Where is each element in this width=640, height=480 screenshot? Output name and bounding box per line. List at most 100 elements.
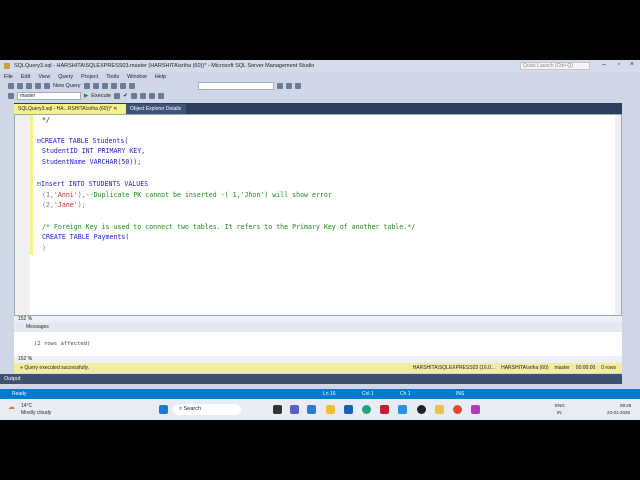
wrench-icon[interactable] <box>285 83 292 89</box>
status-line: Ln 16 <box>323 391 336 397</box>
restore-button[interactable]: ▫ <box>618 61 620 68</box>
close-tab-icon[interactable]: ✕ <box>113 106 117 112</box>
app-icon[interactable] <box>471 405 480 414</box>
menu-tools[interactable]: Tools <box>106 74 119 80</box>
undo-icon[interactable] <box>119 83 126 89</box>
output-panel-header[interactable]: Output <box>0 374 622 384</box>
query-editor[interactable]: */ ⊟CREATE TABLE Students( StudentID INT… <box>14 114 622 316</box>
messages-tab[interactable]: Messages <box>14 322 622 332</box>
menu-query[interactable]: Query <box>58 74 73 80</box>
minimize-button[interactable]: – <box>602 61 606 68</box>
query-icon[interactable] <box>83 83 90 89</box>
status-mode: INS <box>456 391 465 397</box>
editor-gutter <box>15 115 30 315</box>
connect-icon[interactable] <box>8 93 14 99</box>
indent-icon[interactable] <box>157 93 164 99</box>
status-ready: Ready <box>12 391 27 397</box>
menu-project[interactable]: Project <box>81 74 98 80</box>
edge-icon[interactable] <box>362 405 371 414</box>
back-icon[interactable] <box>8 83 14 89</box>
window-title: SQLQuery3.sql - HARSHITA\SQLEXPRESS03.ma… <box>14 63 315 69</box>
open-icon[interactable] <box>35 83 41 89</box>
editor-scrollbar[interactable] <box>615 115 621 315</box>
user-name: HARSHITA\sriha (60) <box>501 365 549 371</box>
results-text-icon[interactable] <box>139 93 146 99</box>
solution-config-select[interactable] <box>197 82 274 90</box>
chrome-icon[interactable] <box>453 405 462 414</box>
clock-time[interactable]: 09:28 <box>620 403 631 408</box>
menu-window[interactable]: Window <box>127 74 147 80</box>
file-explorer-icon[interactable] <box>326 405 335 414</box>
document-tab-strip: SQLQuery3.sql - HA...RSHITA\sriha (60))*… <box>14 103 622 114</box>
messages-pane: (2 rows affected) <box>14 332 622 356</box>
status-col: Col 1 <box>362 391 374 397</box>
menu-help[interactable]: Help <box>155 74 166 80</box>
language[interactable]: ENG <box>555 403 565 408</box>
new-query-button[interactable]: New Query <box>53 83 81 89</box>
title-bar: SQLQuery3.sql - HARSHITA\SQLEXPRESS03.ma… <box>0 60 640 72</box>
db-name: master <box>554 365 570 371</box>
weather-text: Mostly cloudy <box>21 410 52 416</box>
vscode-icon[interactable] <box>307 405 316 414</box>
quick-launch-input[interactable]: Quick Launch (Ctrl+Q) <box>520 62 590 70</box>
close-button[interactable]: × <box>630 61 634 68</box>
taskview-icon[interactable] <box>273 405 282 414</box>
code-line: (2,'Jane'); <box>42 201 86 209</box>
code-line: CREATE TABLE Students( <box>40 137 129 145</box>
mcafee-icon[interactable] <box>380 405 389 414</box>
status-ch: Ch 1 <box>400 391 411 397</box>
save-icon[interactable] <box>44 83 50 89</box>
database-select[interactable]: master <box>17 92 81 100</box>
query-status-text: Query executed successfully. <box>24 365 90 371</box>
clock-date[interactable]: 23-01-2026 <box>607 410 630 415</box>
properties-icon[interactable] <box>276 83 283 89</box>
redo-icon[interactable] <box>128 83 135 89</box>
ssms-taskbar-icon[interactable] <box>435 405 444 414</box>
menu-file[interactable]: File <box>4 74 13 80</box>
menu-view[interactable]: View <box>38 74 50 80</box>
app-icon[interactable] <box>417 405 426 414</box>
store-icon[interactable] <box>344 405 353 414</box>
cut-icon[interactable] <box>101 83 108 89</box>
results-grid-icon[interactable] <box>130 93 137 99</box>
code-line: Insert INTO STUDENTS VALUES <box>40 180 149 188</box>
tab-label: SQLQuery3.sql - HA...RSHITA\sriha (60))* <box>18 106 112 112</box>
code-line: */ <box>42 116 50 124</box>
output-title: Output <box>4 376 21 382</box>
new-project-icon[interactable] <box>26 83 32 89</box>
sql-editor-toolbar: master ▶ Execute ✔ <box>0 91 640 101</box>
standard-toolbar: New Query <box>0 81 640 91</box>
elapsed-time: 00:00:00 <box>575 365 596 371</box>
code-line: ) <box>42 244 46 252</box>
query-status-bar: ● Query executed successfully. HARSHITA\… <box>14 363 622 373</box>
code-line: StudentID INT PRIMARY KEY, <box>42 147 146 155</box>
forward-icon[interactable] <box>17 83 23 89</box>
menu-bar: File Edit View Query Project Tools Windo… <box>0 72 640 81</box>
success-icon: ● <box>20 365 24 371</box>
status-bar: Ready Ln 16 Col 1 Ch 1 INS <box>0 389 640 399</box>
execute-button[interactable]: Execute <box>91 93 111 99</box>
weather-icon: ☁ <box>8 404 15 411</box>
menu-edit[interactable]: Edit <box>21 74 30 80</box>
temperature: 14°C <box>21 403 33 409</box>
comment-icon[interactable] <box>148 93 155 99</box>
search-box[interactable]: ⌕ Search <box>173 404 241 415</box>
app-icon[interactable] <box>398 405 407 414</box>
copy-icon[interactable] <box>110 83 117 89</box>
ssms-logo-icon <box>4 63 10 69</box>
message-text: (2 rows affected) <box>34 341 91 347</box>
code-line: StudentName VARCHAR(50)); <box>42 158 142 166</box>
tab-sqlquery3[interactable]: SQLQuery3.sql - HA...RSHITA\sriha (60))*… <box>14 104 126 114</box>
execute-icon[interactable]: ▶ <box>84 93 88 99</box>
row-count: 0 rows <box>601 365 616 371</box>
windows-taskbar: ☁ 14°C Mostly cloudy ⌕ Search ENG IN 09:… <box>0 399 640 420</box>
results-zoom-select[interactable]: 152 % <box>14 356 622 363</box>
tab-object-explorer-details[interactable]: Object Explorer Details <box>126 104 186 114</box>
stop-icon[interactable] <box>114 93 121 99</box>
query-icon[interactable] <box>92 83 99 89</box>
teams-icon[interactable] <box>290 405 299 414</box>
region[interactable]: IN <box>557 410 562 415</box>
toolbox-icon[interactable] <box>294 83 301 89</box>
parse-icon[interactable]: ✔ <box>123 93 128 99</box>
start-icon[interactable] <box>159 405 168 414</box>
